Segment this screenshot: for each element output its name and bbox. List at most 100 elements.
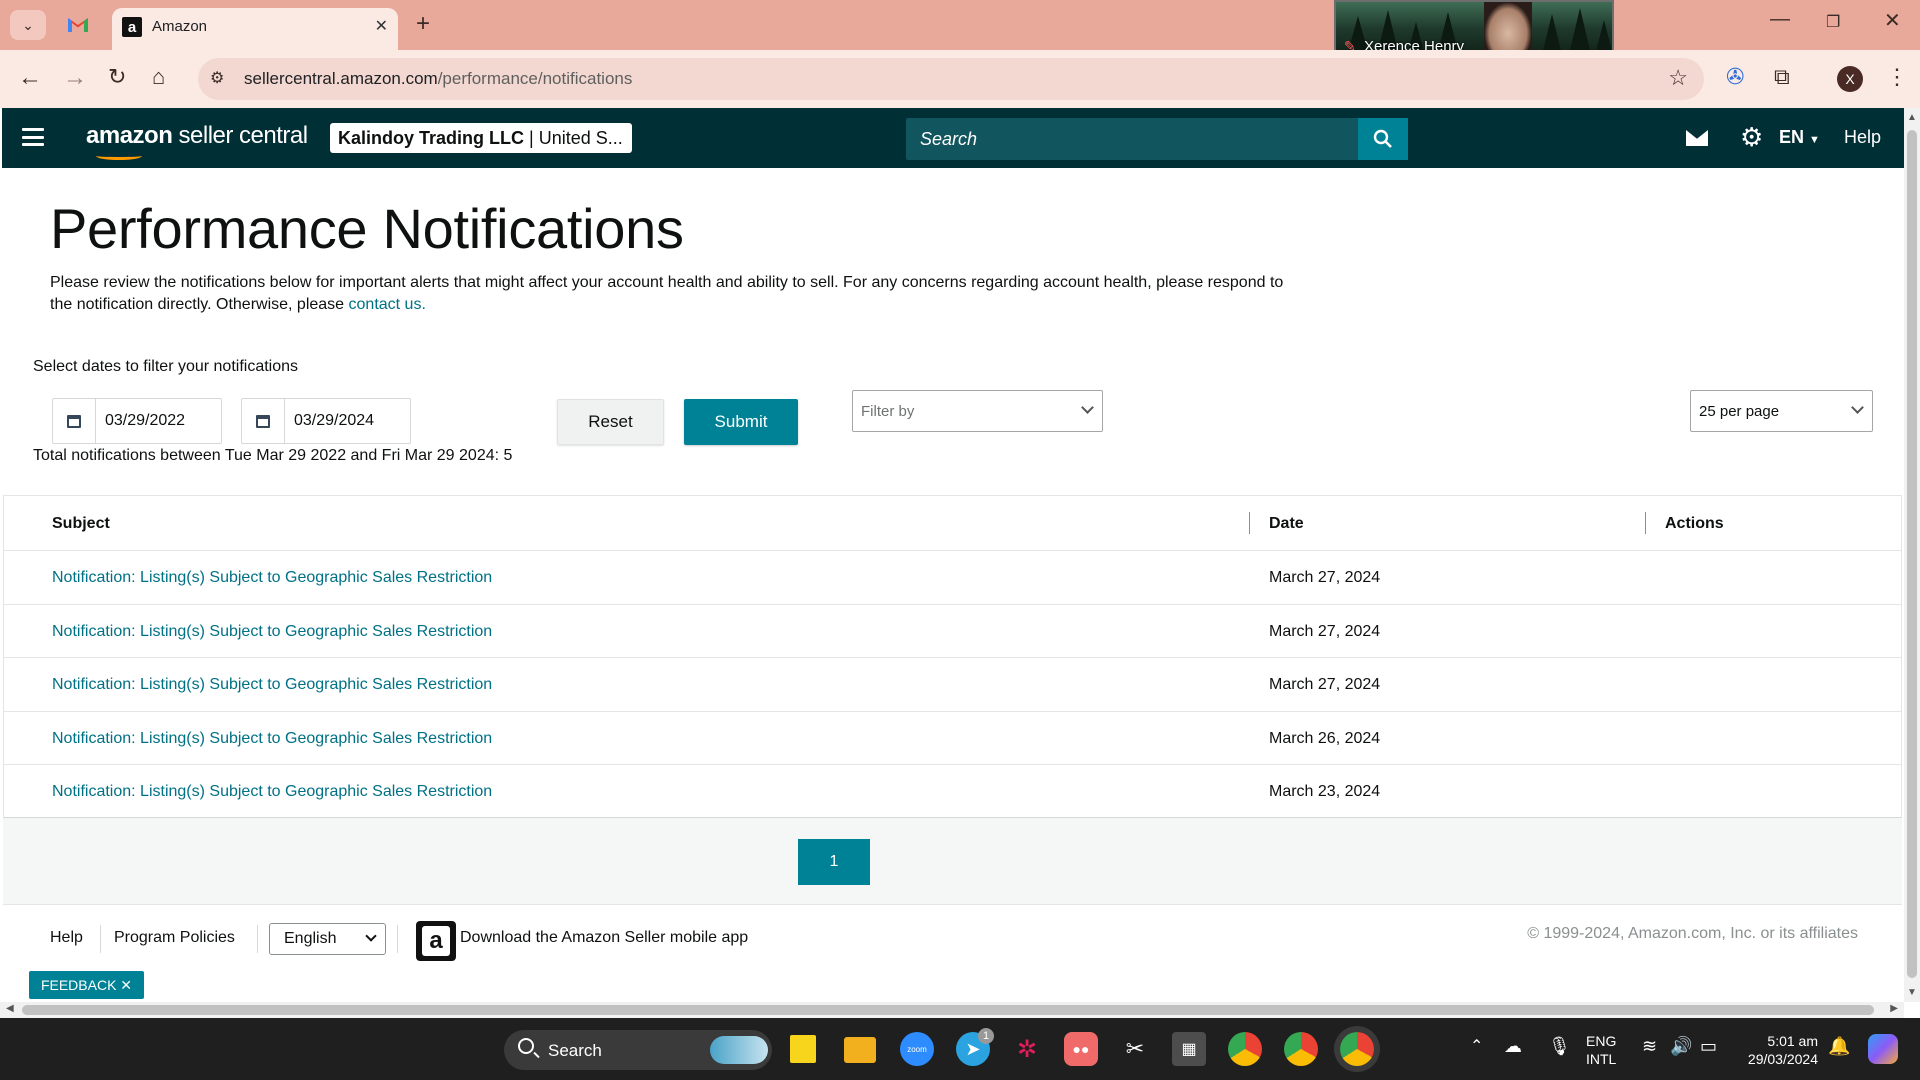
- notification-subject-link[interactable]: Notification: Listing(s) Subject to Geog…: [52, 676, 492, 694]
- reset-button[interactable]: Reset: [557, 399, 664, 445]
- close-window-icon[interactable]: ✕: [1884, 8, 1901, 33]
- scrollbar-thumb[interactable]: [1907, 130, 1917, 978]
- notification-subject-link[interactable]: Notification: Listing(s) Subject to Geog…: [52, 623, 492, 641]
- start-date-field[interactable]: 03/29/2022: [52, 398, 222, 444]
- scroll-left-icon[interactable]: ◀: [6, 1003, 14, 1014]
- url-host: sellercentral.amazon.com: [244, 69, 438, 88]
- extensions-puzzle-icon[interactable]: ⧉: [1774, 64, 1790, 90]
- volume-icon[interactable]: 🔊: [1670, 1036, 1692, 1057]
- clock-date: 29/03/2024: [1747, 1051, 1818, 1067]
- browser-menu-icon[interactable]: ⋮: [1886, 64, 1908, 90]
- new-tab-button[interactable]: +: [416, 10, 430, 38]
- end-date-field[interactable]: 03/29/2024: [241, 398, 411, 444]
- horizontal-scrollbar[interactable]: ◀ ▶: [0, 1002, 1904, 1018]
- notification-subject-link[interactable]: Notification: Listing(s) Subject to Geog…: [52, 783, 492, 801]
- forward-icon[interactable]: →: [63, 64, 87, 92]
- scroll-up-icon[interactable]: ▲: [1907, 112, 1917, 123]
- submit-button[interactable]: Submit: [684, 399, 798, 445]
- download-app-link[interactable]: Download the Amazon Seller mobile app: [460, 929, 748, 947]
- reload-icon[interactable]: ↻: [108, 64, 126, 90]
- wifi-icon[interactable]: ≋: [1642, 1036, 1657, 1057]
- per-page-select[interactable]: 25 per page: [1690, 390, 1873, 432]
- footer-language-select[interactable]: English: [269, 923, 386, 955]
- lang-line-2: INTL: [1586, 1051, 1617, 1067]
- menu-icon[interactable]: [22, 128, 44, 146]
- onedrive-icon[interactable]: ☁: [1504, 1036, 1522, 1057]
- column-header-subject[interactable]: Subject: [52, 515, 110, 533]
- home-icon[interactable]: ⌂: [152, 64, 165, 90]
- page-button-current[interactable]: 1: [798, 839, 870, 885]
- copilot-icon[interactable]: [1868, 1034, 1898, 1064]
- notifications-table: Subject Date Actions Notification: Listi…: [3, 495, 1902, 818]
- gmail-icon[interactable]: [66, 14, 90, 34]
- bookmark-star-icon[interactable]: ☆: [1668, 65, 1688, 91]
- logo-product: seller central: [172, 122, 309, 149]
- notification-bell-icon[interactable]: 🔔: [1828, 1036, 1850, 1057]
- vertical-scrollbar[interactable]: ▲ ▼: [1904, 108, 1920, 1002]
- url-text[interactable]: sellercentral.amazon.com/performance/not…: [244, 69, 632, 89]
- back-icon[interactable]: ←: [18, 64, 42, 92]
- snipping-tool-icon[interactable]: ✂: [1118, 1032, 1152, 1066]
- feedback-button[interactable]: FEEDBACK ✕: [29, 971, 144, 999]
- end-date-value: 03/29/2024: [294, 412, 375, 429]
- date-filter-label: Select dates to filter your notification…: [33, 358, 299, 375]
- minimize-icon[interactable]: —: [1770, 8, 1790, 31]
- column-header-date[interactable]: Date: [1269, 515, 1304, 533]
- notification-subject-link[interactable]: Notification: Listing(s) Subject to Geog…: [52, 569, 492, 587]
- calculator-icon[interactable]: ▦: [1172, 1032, 1206, 1066]
- notification-subject-link[interactable]: Notification: Listing(s) Subject to Geog…: [52, 730, 492, 748]
- taskbar-search-label: Search: [548, 1041, 602, 1060]
- notification-date: March 27, 2024: [1269, 622, 1381, 640]
- seller-central-logo[interactable]: amazon seller central: [86, 122, 309, 160]
- scroll-right-icon[interactable]: ▶: [1890, 1003, 1898, 1014]
- extension-icon[interactable]: ✇: [1726, 64, 1744, 90]
- amazon-favicon-icon: a: [122, 17, 142, 37]
- asana-icon[interactable]: ●●: [1064, 1032, 1098, 1066]
- gear-icon[interactable]: ⚙: [1740, 122, 1763, 153]
- footer-help-link[interactable]: Help: [50, 929, 83, 947]
- zoom-icon[interactable]: zoom: [900, 1032, 934, 1066]
- search-button[interactable]: [1358, 118, 1408, 160]
- taskbar-search[interactable]: Search: [504, 1030, 772, 1070]
- sticky-notes-icon[interactable]: [790, 1035, 816, 1063]
- tab-list-button[interactable]: ⌄: [10, 10, 46, 40]
- contact-us-link[interactable]: contact us.: [349, 296, 426, 313]
- windows-start-icon[interactable]: [452, 1034, 482, 1064]
- language-selector[interactable]: EN ▼: [1779, 127, 1820, 148]
- search-input[interactable]: Search: [906, 118, 1358, 160]
- chrome-icon[interactable]: [1340, 1032, 1374, 1066]
- mail-icon[interactable]: [1686, 130, 1708, 146]
- help-link[interactable]: Help: [1844, 127, 1881, 148]
- scroll-down-icon[interactable]: ▼: [1907, 987, 1917, 998]
- telegram-badge: 1: [978, 1028, 994, 1044]
- clock[interactable]: 5:01 am 29/03/2024: [1738, 1032, 1818, 1068]
- restore-icon[interactable]: ❐: [1826, 12, 1840, 32]
- battery-icon[interactable]: ▭: [1700, 1036, 1717, 1057]
- close-tab-icon[interactable]: ✕: [375, 16, 388, 36]
- account-switcher[interactable]: Kalindoy Trading LLC | United S...: [330, 123, 632, 153]
- slack-icon[interactable]: ✲: [1010, 1032, 1044, 1066]
- scrollbar-thumb[interactable]: [22, 1005, 1874, 1015]
- program-policies-link[interactable]: Program Policies: [114, 929, 235, 947]
- profile-avatar[interactable]: X: [1837, 66, 1863, 92]
- amazon-app-icon[interactable]: a: [416, 921, 456, 961]
- notification-date: March 23, 2024: [1269, 783, 1381, 800]
- calendar-icon[interactable]: [53, 399, 96, 443]
- microphone-icon[interactable]: 🎙: [1548, 1036, 1571, 1057]
- address-bar[interactable]: ⚙ sellercentral.amazon.com/performance/n…: [198, 58, 1704, 100]
- tray-overflow-icon[interactable]: ⌃: [1470, 1036, 1483, 1056]
- keyboard-language[interactable]: ENG INTL: [1586, 1032, 1616, 1068]
- file-explorer-icon[interactable]: [844, 1037, 876, 1063]
- filter-by-select[interactable]: Filter by: [852, 390, 1103, 432]
- video-call-tile[interactable]: ✎ Xerence Henry: [1334, 0, 1614, 57]
- chrome-icon[interactable]: [1284, 1032, 1318, 1066]
- table-row: Notification: Listing(s) Subject to Geog…: [4, 551, 1901, 605]
- start-date-value: 03/29/2022: [105, 412, 186, 429]
- active-tab[interactable]: a Amazon ✕: [112, 8, 398, 50]
- language-code: EN: [1779, 127, 1805, 147]
- site-info-icon[interactable]: ⚙: [210, 68, 224, 88]
- calendar-icon[interactable]: [242, 399, 285, 443]
- browser-tab-bar: ⌄ a Amazon ✕ + ✎ Xerence Henry — ❐ ✕: [0, 0, 1920, 57]
- chrome-icon[interactable]: [1228, 1032, 1262, 1066]
- table-row: Notification: Listing(s) Subject to Geog…: [4, 605, 1901, 658]
